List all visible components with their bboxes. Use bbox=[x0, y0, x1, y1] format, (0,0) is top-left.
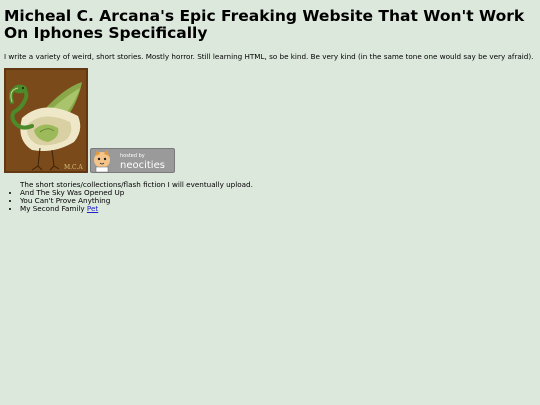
artwork-image: M.C.A bbox=[4, 68, 88, 173]
neocities-cat-icon bbox=[94, 150, 110, 173]
artwork-signature: M.C.A bbox=[64, 164, 83, 171]
image-row: M.C.A hosted by neocities bbox=[4, 68, 536, 174]
list-item: My Second Family Pet bbox=[20, 205, 536, 213]
intro-paragraph: I write a variety of weird, short storie… bbox=[4, 52, 534, 61]
page-content: Micheal C. Arcana's Epic Freaking Websit… bbox=[4, 8, 536, 213]
neocities-badge: hosted by neocities bbox=[90, 148, 175, 173]
page-title: Micheal C. Arcana's Epic Freaking Websit… bbox=[4, 7, 525, 42]
list-item-label: My Second Family bbox=[20, 204, 87, 213]
badge-line2: neocities bbox=[120, 160, 165, 171]
pet-link[interactable]: Pet bbox=[87, 204, 98, 213]
neocities-badge-link[interactable]: hosted by neocities bbox=[90, 148, 175, 173]
badge-line1: hosted by bbox=[120, 153, 145, 159]
story-list: The short stories/collections/flash fict… bbox=[4, 181, 536, 213]
